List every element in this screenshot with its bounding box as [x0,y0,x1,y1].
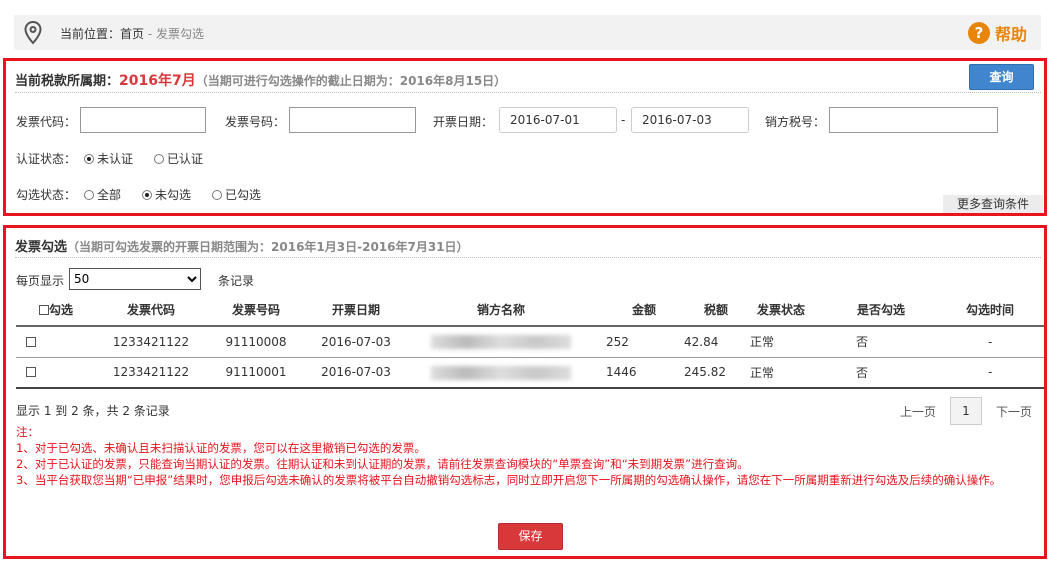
save-button[interactable]: 保存 [498,523,563,550]
table-row: 1233421122 91110001 2016-07-03 1446 245.… [16,357,1044,389]
col-is-selected: 是否勾选 [826,294,936,327]
col-select-time: 勾选时间 [936,294,1044,327]
cell-date: 2016-07-03 [306,326,406,358]
date-range-note: （当期可勾选发票的开票日期范围为：2016年1月3日-2016年7月31日） [67,240,469,254]
notes-title: 注： [16,425,39,439]
tax-period: 2016年7月 [119,73,196,89]
more-conditions-button[interactable]: 更多查询条件 [943,195,1043,213]
table-header: 勾选 发票代码 发票号码 开票日期 销方名称 金额 税额 发票状态 是否勾选 勾… [16,294,1044,327]
cell-status: 正常 [736,326,826,358]
prev-page-button[interactable]: 上一页 [900,403,936,420]
deadline-note: （当期可进行勾选操作的截止日期为：2016年8月15日） [195,74,507,88]
breadcrumb-bar: 当前位置：首页 - 发票勾选 ? 帮助 [14,15,1041,50]
cell-number: 91110001 [206,357,306,389]
date-from-input[interactable] [499,107,617,133]
radio-icon [212,190,222,200]
table-row: 1233421122 91110008 2016-07-03 252 42.84… [16,326,1044,358]
page-size-label: 每页显示 [16,274,65,288]
cell-code: 1233421122 [96,326,206,358]
seller-name-redacted [431,365,571,380]
help-label: 帮助 [994,25,1027,44]
invoice-code-input[interactable] [80,107,206,133]
tax-period-title: 当前税款所属期：2016年7月（当期可进行勾选操作的截止日期为：2016年8月1… [15,73,507,89]
col-select[interactable]: 勾选 [16,294,96,327]
cell-code: 1233421122 [96,357,206,389]
list-title: 发票勾选（当期可勾选发票的开票日期范围为：2016年1月3日-2016年7月31… [15,240,469,255]
date-label: 开票日期： [433,115,494,129]
query-button[interactable]: 查询 [969,64,1034,90]
select-radio-unselected[interactable]: 未勾选 [142,186,191,203]
col-status: 发票状态 [736,294,826,327]
radio-icon [84,154,94,164]
notes: 注： 1、对于已勾选、未确认且未扫描认证的发票，您可以在这里撤销已勾选的发票。 … [16,424,1041,488]
select-status-label: 勾选状态： [16,188,77,202]
note-item: 3、当平台获取您当期“已申报”结果时，您申报后勾选未确认的发票将被平台自动撤销勾… [16,473,1002,487]
select-radio-all[interactable]: 全部 [84,186,121,203]
help-button[interactable]: ? 帮助 [967,21,1027,45]
cert-radio-certified[interactable]: 已认证 [154,150,203,167]
col-seller: 销方名称 [406,294,596,327]
cert-status-label: 认证状态： [16,152,77,166]
breadcrumb-sep: - [144,27,156,41]
page-size-suffix: 条记录 [218,274,255,288]
invoice-number-input[interactable] [289,107,416,133]
cell-is-selected: 否 [826,326,936,358]
location-pin-icon [24,21,42,45]
cell-number: 91110008 [206,326,306,358]
invoice-code-label: 发票代码： [16,115,77,129]
cert-radio-uncertified[interactable]: 未认证 [84,150,133,167]
select-all-checkbox[interactable] [38,305,49,315]
breadcrumb-label: 当前位置： [60,27,121,41]
row-checkbox[interactable] [26,367,36,378]
pagination: 上一页 1 下一页 [900,397,1032,425]
select-radio-selected[interactable]: 已勾选 [212,186,261,203]
cell-is-selected: 否 [826,357,936,389]
cell-tax: 245.82 [656,357,736,389]
cell-select-time: - [936,357,1044,389]
next-page-button[interactable]: 下一页 [996,403,1032,420]
cell-status: 正常 [736,357,826,389]
col-amount: 金额 [596,294,656,327]
radio-icon [84,190,94,200]
help-icon: ? [967,22,990,44]
breadcrumb: 当前位置：首页 - 发票勾选 [60,25,204,42]
note-item: 1、对于已勾选、未确认且未扫描认证的发票，您可以在这里撤销已勾选的发票。 [16,441,426,455]
cell-amount: 252 [596,326,656,358]
col-tax: 税额 [656,294,736,327]
breadcrumb-home[interactable]: 首页 [120,27,144,41]
radio-icon [142,190,152,200]
divider [15,92,1041,93]
row-checkbox[interactable] [26,336,36,347]
col-date: 开票日期 [306,294,406,327]
invoice-number-label: 发票号码： [225,115,286,129]
seller-name-redacted [431,335,571,349]
current-page-button[interactable]: 1 [949,397,982,425]
seller-tax-input[interactable] [829,107,998,133]
divider [15,257,1041,258]
invoice-list-panel: 发票勾选（当期可勾选发票的开票日期范围为：2016年1月3日-2016年7月31… [3,225,1047,559]
invoice-table: 勾选 发票代码 发票号码 开票日期 销方名称 金额 税额 发票状态 是否勾选 勾… [16,294,1044,389]
date-separator: - [621,113,626,127]
radio-icon [154,154,164,164]
cell-date: 2016-07-03 [306,357,406,389]
note-item: 2、对于已认证的发票，只能查询当期认证的发票。往期认证和未到认证期的发票，请前往… [16,457,749,471]
col-number: 发票号码 [206,294,306,327]
seller-tax-label: 销方税号： [765,115,826,129]
col-code: 发票代码 [96,294,206,327]
record-summary: 显示 1 到 2 条，共 2 条记录 [16,404,170,418]
breadcrumb-current: 发票勾选 [156,27,205,41]
cell-tax: 42.84 [656,326,736,358]
cell-select-time: - [936,326,1044,358]
date-to-input[interactable] [631,107,749,133]
page-size-select[interactable]: 50 [69,268,201,290]
query-panel: 当前税款所属期：2016年7月（当期可进行勾选操作的截止日期为：2016年8月1… [3,58,1047,216]
cell-amount: 1446 [596,357,656,389]
